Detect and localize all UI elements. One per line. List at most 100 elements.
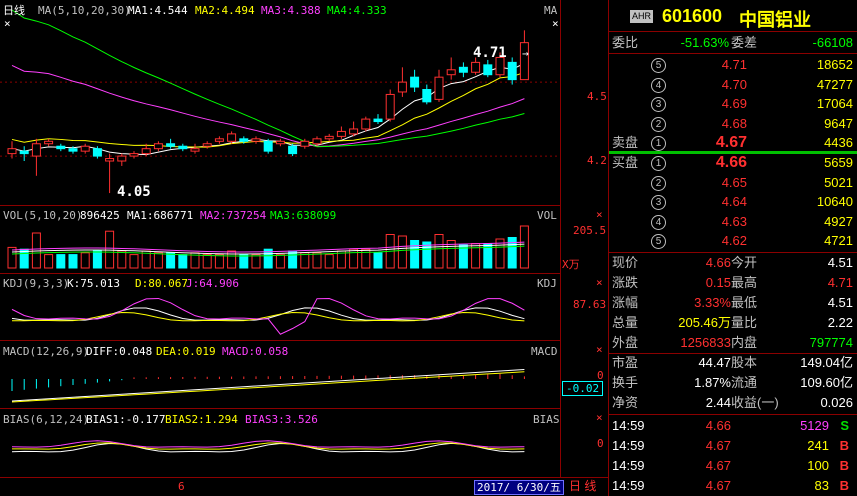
chart-area[interactable]: 日线 MA(5,10,20,30) MA1:4.544 MA2:4.494 MA… [0,0,609,496]
order-ratio-label: 委比 [612,35,639,50]
kline-pane[interactable]: 日线 MA(5,10,20,30) MA1:4.544 MA2:4.494 MA… [0,0,560,205]
volume-bar [7,246,17,269]
bid-row[interactable]: 3 4.64 10640 [609,192,857,212]
divider [609,53,857,54]
volume-bar [312,252,322,269]
bias-close-icon[interactable]: × [596,411,603,424]
cursor-date: 2017/ 6/30/五 [474,480,564,495]
macd-tag: MACD [531,345,558,358]
candle-body [361,118,371,130]
ask-row[interactable]: 3 4.69 17064 [609,94,857,114]
vol-ma3: MA3:638099 [270,209,337,222]
bid-row[interactable]: 买盘 1 4.66 5659 [609,153,857,173]
fundamentals-row: 净资 2.44 收益(一) 0.026 [609,393,857,413]
candle-body [129,153,139,157]
stock-code: 601600 [662,6,723,26]
ask-price: 4.68 [721,115,747,131]
kdj-close-icon[interactable]: × [596,276,603,289]
quote-value: 4.71 [827,275,853,290]
quote-value: 4.51 [827,295,853,310]
quote-label: 最高 [731,275,758,290]
ma1-value: MA1:4.544 [128,4,188,17]
candle-body [178,145,188,150]
macd-diff: DIFF:0.048 [86,345,153,358]
tick-time: 14:59 [612,458,645,473]
ask-price: 4.71 [721,57,747,72]
candle-body [105,158,115,162]
volume-pane[interactable]: VOL(5,10,20) 896425 MA1:686771 MA2:73725… [0,205,560,274]
macd-pane[interactable]: MACD(12,26,9) DIFF:0.048 DEA:0.019 MACD:… [0,340,560,409]
kdj-k: K:75.013 [67,277,120,290]
quote-value: 3.33% [694,295,731,310]
tick-price: 4.67 [705,478,731,493]
volume-bar [519,225,529,269]
candle-body [458,66,468,73]
candle-body [239,138,249,142]
fund-label: 换手 [612,375,639,390]
quote-value: 1256833 [680,335,731,350]
vol-label: VOL(5,10,20) [3,209,83,222]
close-x-icon[interactable]: × [552,17,559,30]
period-tab[interactable]: 日 线 [569,480,596,493]
price-tick-1: 4.5 [587,90,607,103]
bid-row[interactable]: 4 4.63 4927 [609,212,857,232]
tick-volume: 100 [807,458,829,473]
candle-body [422,89,432,103]
sell-label: 卖盘 [612,135,639,150]
ask-row[interactable]: 卖盘 1 4.67 4436 [609,133,857,153]
divider [609,414,857,415]
macd-close-icon[interactable]: × [596,343,603,356]
bias-pane[interactable]: BIAS(6,12,24) BIAS1:-0.177 BIAS2:1.294 B… [0,408,560,478]
ask-row[interactable]: 5 4.71 18652 [609,55,857,75]
volume-bar [92,250,102,269]
vol-close-icon[interactable]: × [596,208,603,221]
candle-body [19,150,29,155]
fund-value: 0.026 [820,395,853,410]
candle-body [471,61,481,73]
tick-row: 14:59 4.67 83 B [609,476,857,496]
bias-label: BIAS(6,12,24) [3,413,90,426]
kline-chart [0,9,560,194]
ma30-line [11,9,525,148]
fundamentals-row: 市盈 44.47 股本 149.04亿 [609,353,857,373]
ask-volume: 18652 [816,57,853,72]
fundamentals-row: 换手 1.87% 流通 109.60亿 [609,373,857,393]
level-badge: 5 [651,58,666,73]
ask-price: 4.70 [721,76,747,92]
ahr-badge[interactable]: AHR [630,10,654,23]
candle-body [300,140,310,147]
candle-body [251,138,261,142]
bid-row[interactable]: 5 4.62 4721 [609,231,857,251]
quote-value: 797774 [809,335,853,350]
fund-value: 2.44 [705,395,731,410]
kdj-pane[interactable]: KDJ(9,3,3) K:75.013 D:80.067 J:64.906 KD… [0,273,560,341]
ask-row[interactable]: 2 4.68 9647 [609,114,857,134]
bias-tag: BIAS [533,413,560,426]
quote-label: 外盘 [612,335,639,350]
close-x-icon[interactable]: × [4,17,11,30]
quote-row: 总量 205.46万 量比 2.22 [609,313,857,333]
bias1-line [11,442,525,453]
candle-body [446,69,456,76]
price-tick-2: 4.2 [587,154,607,167]
quote-value: 4.51 [827,255,853,270]
vol-axis-value: 205.5 [573,224,607,237]
candle-body [80,145,90,152]
high-annotation: 4.71 [473,45,507,61]
candle-body [166,143,176,147]
volume-bar [275,254,285,269]
order-diff-label: 委差 [731,35,758,50]
bid-row[interactable]: 2 4.65 5021 [609,173,857,193]
ask-row[interactable]: 4 4.70 47277 [609,75,857,95]
fund-label: 收益(一) [731,395,779,410]
vol-tag: VOL [537,209,557,222]
quote-row: 涨幅 3.33% 最低 4.51 [609,293,857,313]
volume-bar [153,252,163,269]
order-ratio-row: 委比 -51.63% 委差 -66108 [609,33,857,53]
ma-tag: MA [544,4,558,17]
candle-body [7,148,17,155]
month-mark: 6 [178,480,185,493]
vol-value: 896425 [80,209,120,222]
tick-side: B [839,438,849,453]
candle-body [336,130,346,137]
